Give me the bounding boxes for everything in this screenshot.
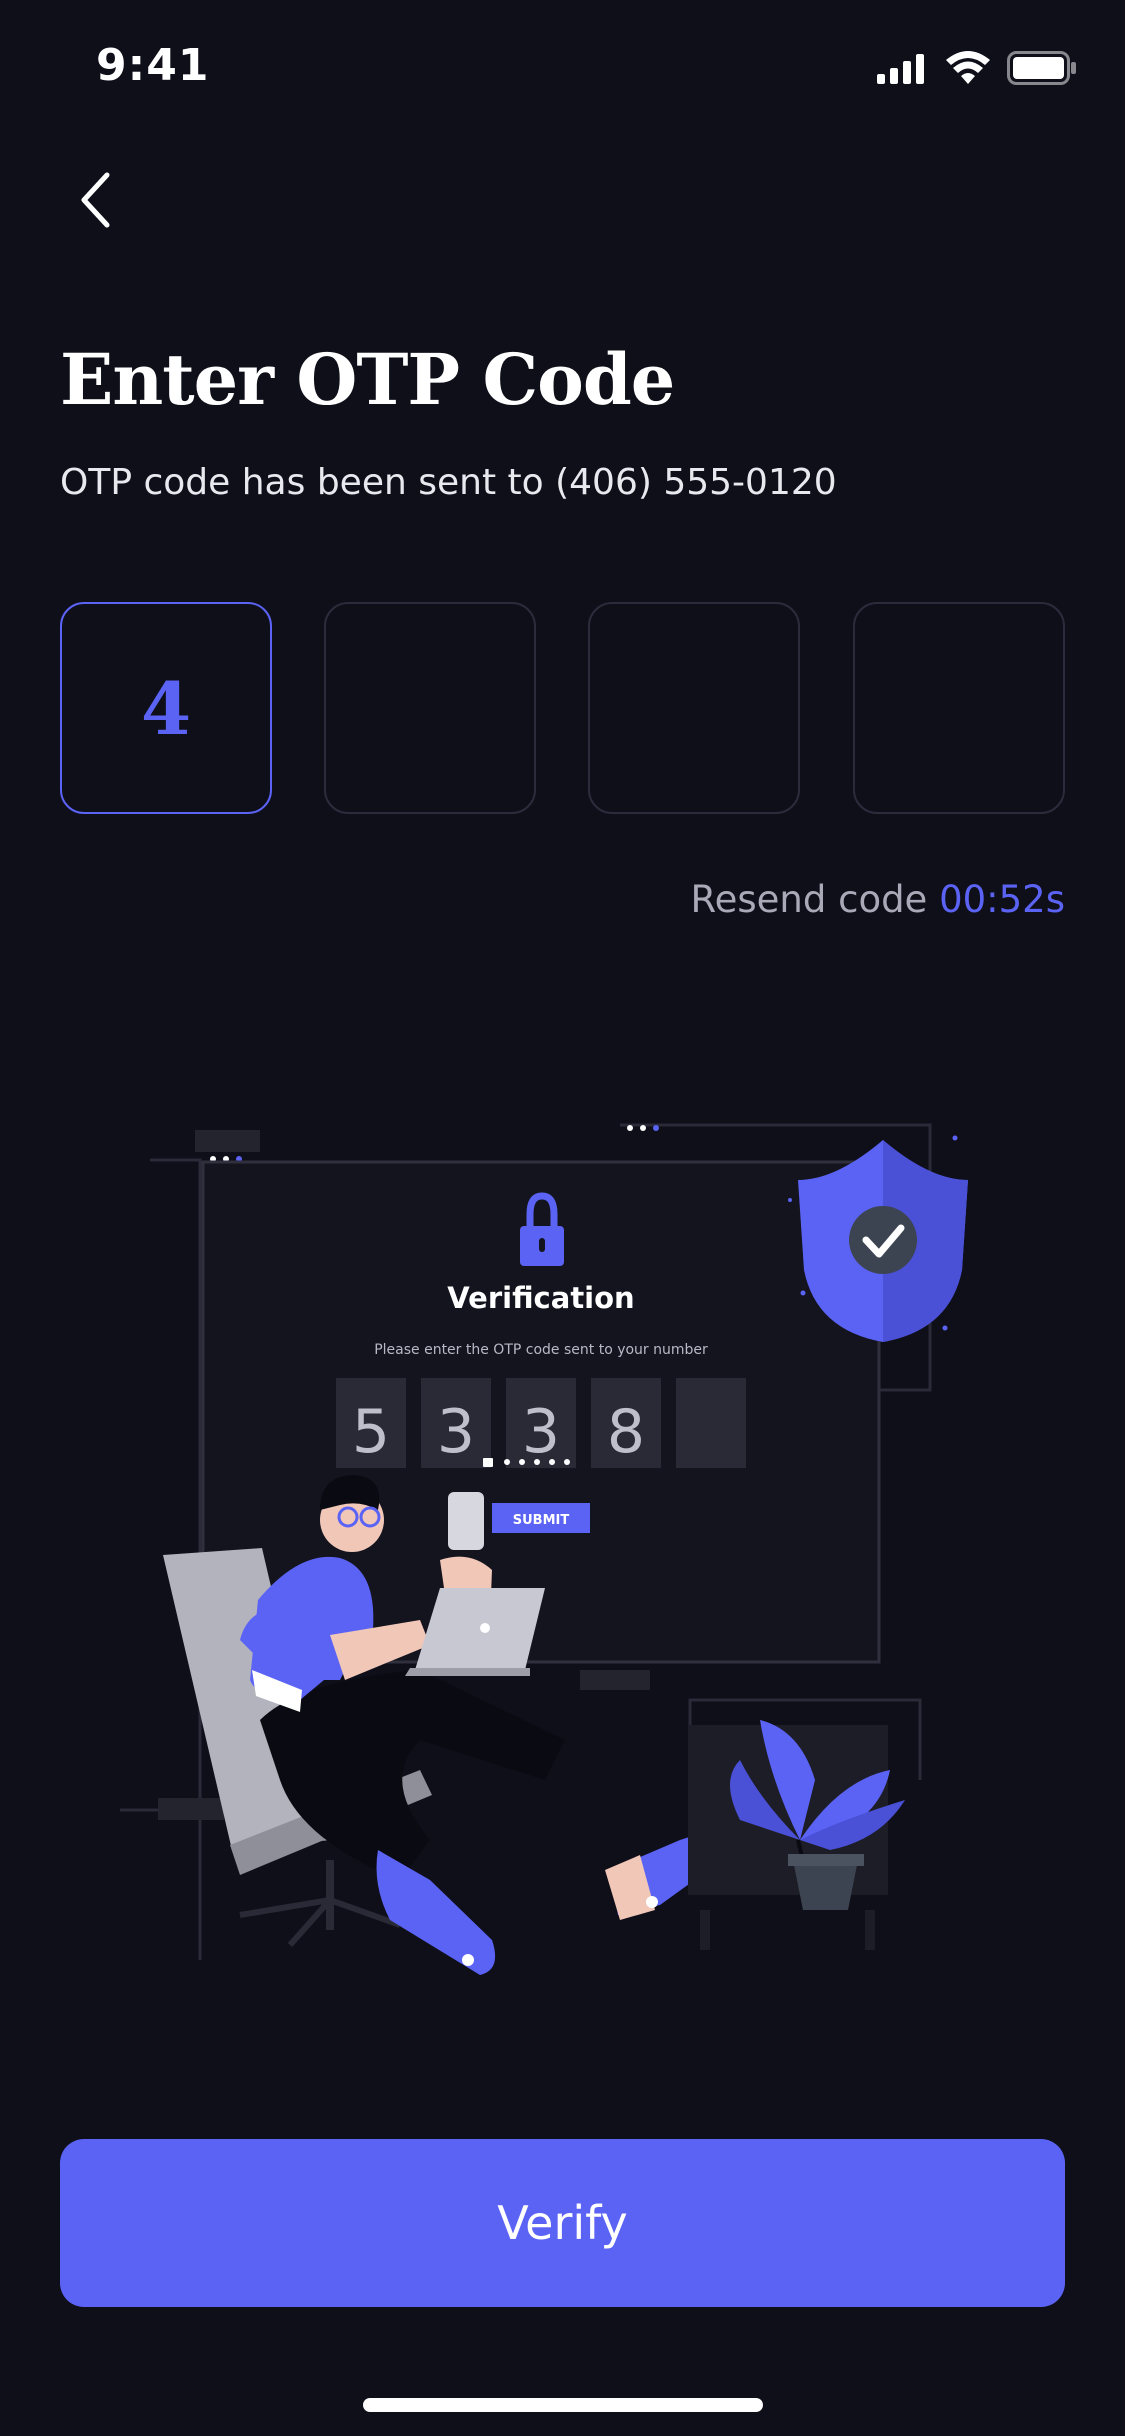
decor-dots [210, 1125, 659, 1162]
back-button[interactable] [60, 160, 130, 240]
otp-digit-4[interactable] [853, 602, 1065, 814]
page-title: Enter OTP Code [60, 338, 675, 421]
plant-icon [688, 1720, 905, 1950]
illustration-code-digit: 8 [607, 1397, 645, 1467]
battery-icon [1007, 51, 1076, 85]
status-bar: 9:41 [0, 0, 1125, 132]
status-time: 9:41 [96, 40, 210, 91]
resend-timer: 00:52s [939, 878, 1065, 921]
illustration-instruction: Please enter the OTP code sent to your n… [374, 1342, 708, 1358]
otp-digit-3[interactable] [588, 602, 800, 814]
chevron-left-icon [81, 172, 110, 228]
cellular-signal-icon [877, 54, 924, 84]
decor-block [158, 1798, 224, 1820]
otp-input-group: 4 [60, 602, 1065, 814]
illustration-code-cells: 5 3 3 8 [336, 1378, 746, 1468]
otp-digit-2[interactable] [324, 602, 536, 814]
illustration-heading: Verification [447, 1281, 634, 1315]
illustration-code-digit: 3 [522, 1397, 560, 1467]
home-indicator [363, 2398, 763, 2412]
status-icons [877, 48, 1077, 88]
resend-label[interactable]: Resend code [691, 878, 928, 921]
decor-block [580, 1670, 650, 1690]
otp-digit-1[interactable]: 4 [60, 602, 272, 814]
illustration-code-digit: 3 [437, 1397, 475, 1467]
illustration-submit-label: SUBMIT [513, 1513, 570, 1528]
decor-block [195, 1130, 260, 1152]
verification-illustration: Verification Please enter the OTP code s… [0, 1080, 1125, 1980]
otp-sent-message: OTP code has been sent to (406) 555-0120 [60, 462, 837, 503]
verify-button[interactable]: Verify [60, 2139, 1065, 2307]
resend-code[interactable]: Resend code 00:52s [691, 878, 1065, 921]
wifi-icon [946, 51, 990, 84]
illustration-code-digit: 5 [352, 1397, 390, 1467]
